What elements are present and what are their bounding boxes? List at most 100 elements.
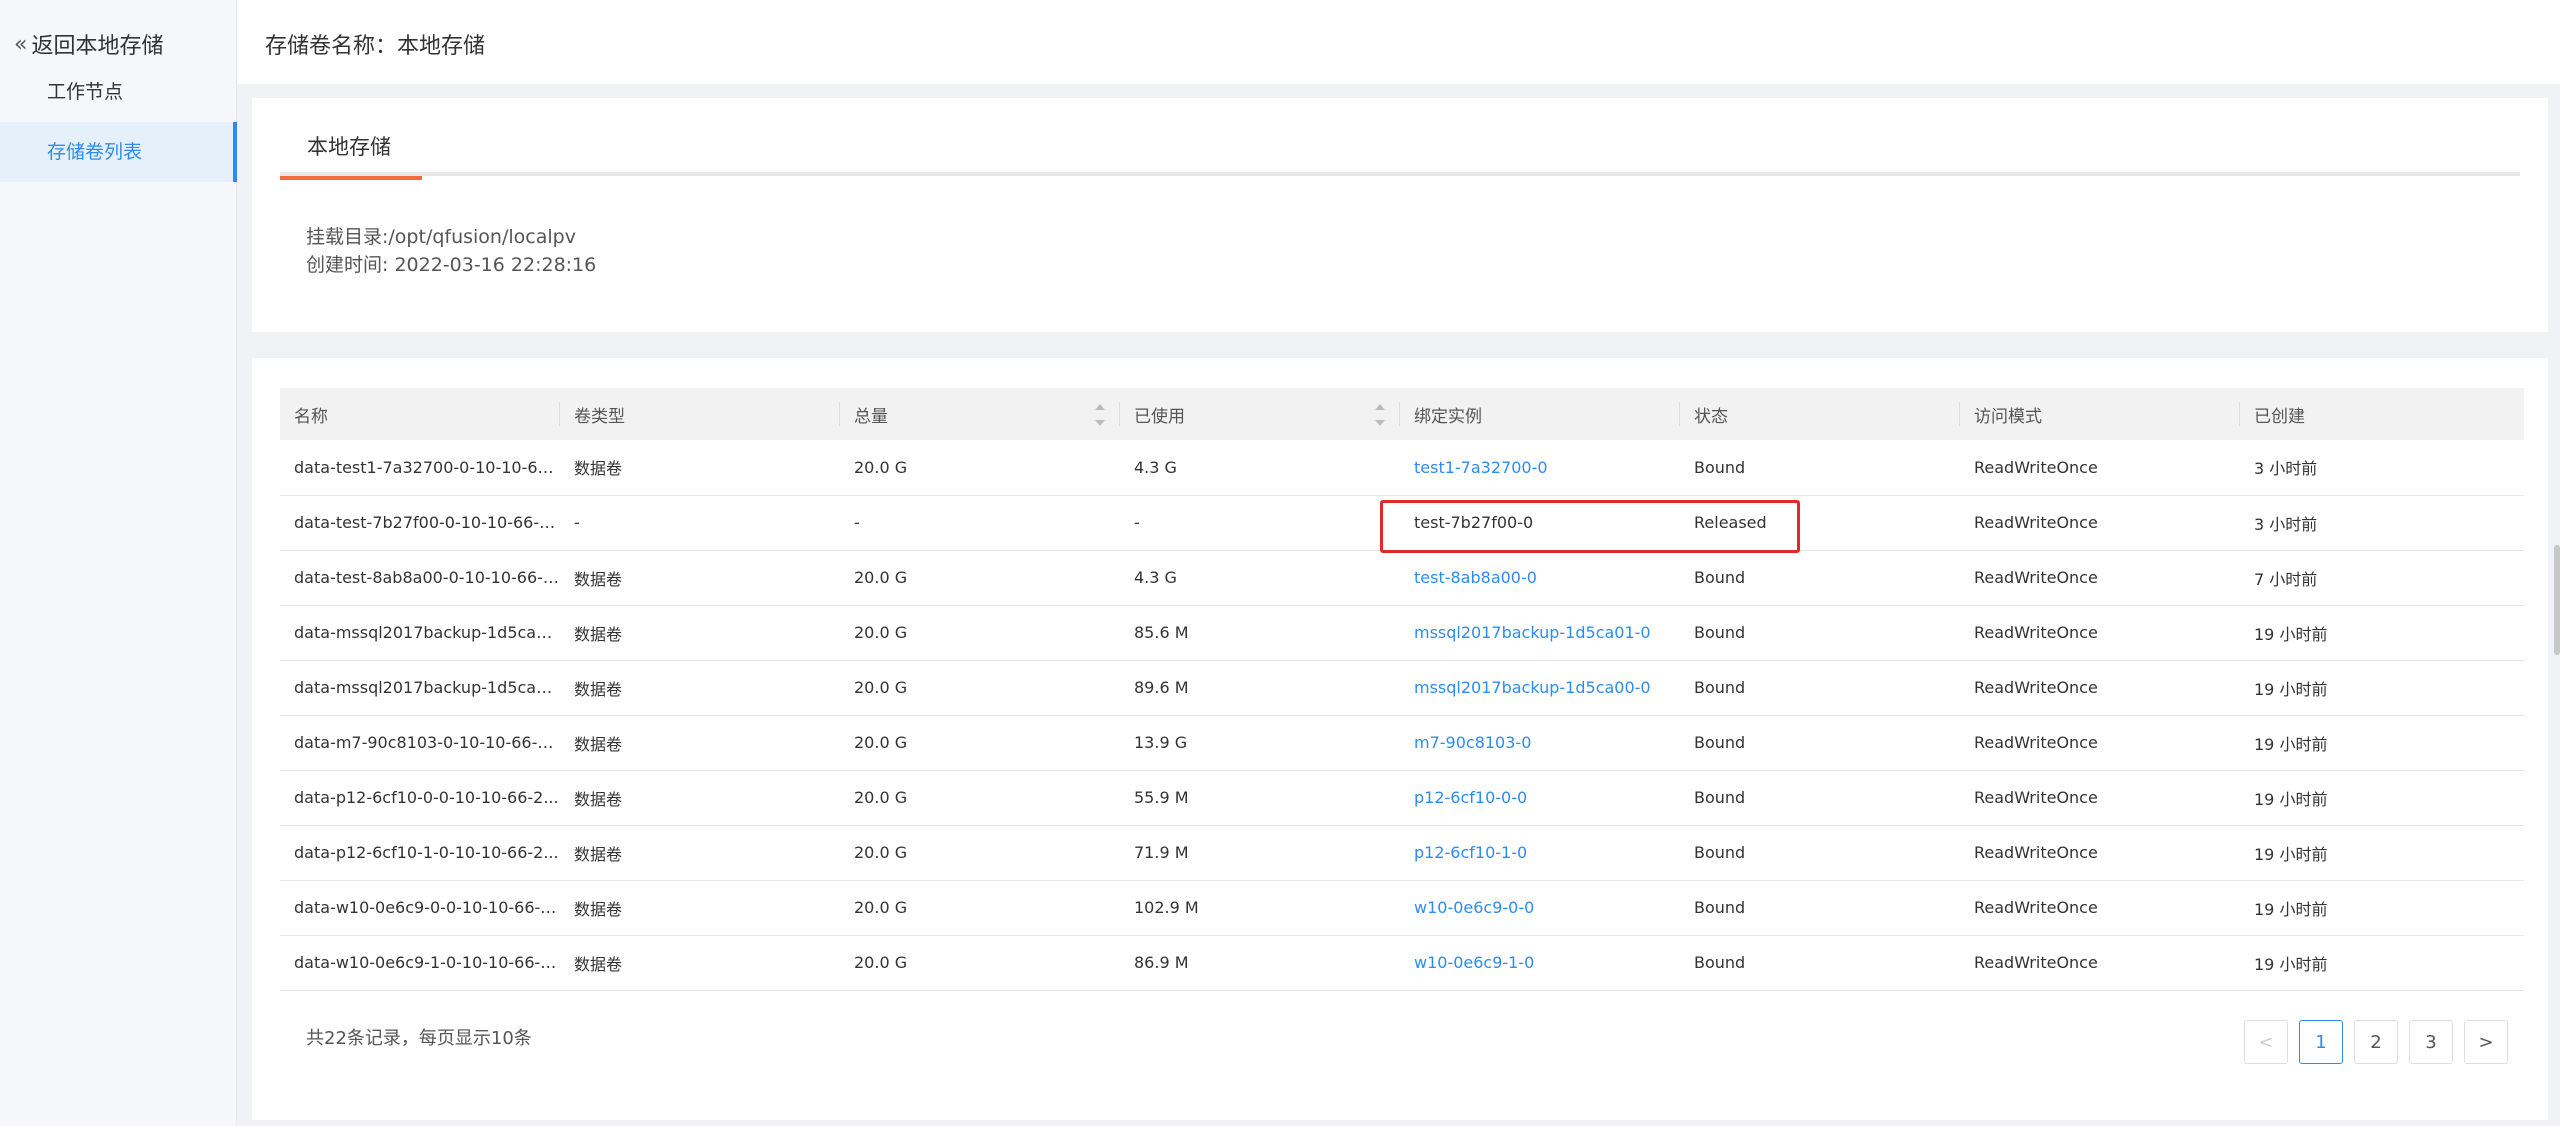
cell-used: 13.9 G: [1134, 733, 1188, 752]
cell-name: data-p12-6cf10-1-0-10-10-66-2...: [294, 843, 559, 862]
cell-access-mode: ReadWriteOnce: [1974, 953, 2098, 972]
cell-total: 20.0 G: [854, 678, 908, 697]
cell-total: 20.0 G: [854, 568, 908, 587]
table-row: data-test1-7a32700-0-10-10-66-... 数据卷 20.0…: [280, 440, 2524, 495]
scrollbar[interactable]: [2554, 545, 2560, 655]
cell-status: Bound: [1694, 457, 1746, 477]
cell-name: data-w10-0e6c9-0-0-10-10-66-2...: [294, 898, 560, 917]
page-title: 存储卷名称：本地存储: [265, 34, 486, 59]
cell-name: data-mssql2017backup-1d5ca0...: [294, 678, 560, 697]
cell-used: 85.6 M: [1134, 623, 1189, 642]
page-button-3[interactable]: 3: [2409, 1020, 2453, 1064]
page-button-2[interactable]: 2: [2354, 1020, 2398, 1064]
cell-access-mode: ReadWriteOnce: [1974, 678, 2098, 697]
cell-volume-type: 数据卷: [574, 954, 623, 974]
sort-icon[interactable]: [1094, 404, 1106, 426]
cell-used: 55.9 M: [1134, 788, 1189, 807]
cell-name: data-test1-7a32700-0-10-10-66-...: [294, 457, 560, 477]
created-time: 创建时间: 2022-03-16 22:28:16: [306, 254, 597, 276]
column-header-used[interactable]: 已使用: [1120, 388, 1400, 440]
volume-table: 名称 卷类型 总量 已使用 绑定实例 状态 访问模式 已创建 data-test…: [280, 388, 2524, 991]
column-header-name: 名称: [280, 388, 560, 440]
page-button-1[interactable]: 1: [2299, 1020, 2343, 1064]
cell-created: 19 小时前: [2254, 899, 2328, 919]
sidebar-item-volume-list[interactable]: 存储卷列表: [0, 122, 237, 182]
cell-access-mode: ReadWriteOnce: [1974, 457, 2098, 477]
cell-used: -: [1134, 513, 1140, 532]
storage-info-card: 本地存储 挂载目录:/opt/qfusion/localpv 创建时间: 202…: [252, 98, 2548, 332]
cell-name: data-test-8ab8a00-0-10-10-66-2...: [294, 568, 560, 587]
cell-status: Bound: [1694, 623, 1746, 642]
cell-bound-instance[interactable]: p12-6cf10-0-0: [1400, 770, 1680, 825]
table-row: data-test-7b27f00-0-10-10-66-2... - - - test…: [280, 495, 2524, 550]
cell-used: 86.9 M: [1134, 953, 1189, 972]
cell-name: data-m7-90c8103-0-10-10-66-2...: [294, 733, 560, 752]
cell-access-mode: ReadWriteOnce: [1974, 568, 2098, 587]
sidebar-item-worker-nodes[interactable]: 工作节点: [0, 62, 237, 122]
table-row: data-w10-0e6c9-0-0-10-10-66-2... 数据卷 20.0 …: [280, 880, 2524, 935]
sort-icon[interactable]: [1374, 404, 1386, 426]
table-row: data-p12-6cf10-1-0-10-10-66-2... 数据卷 20.0 …: [280, 825, 2524, 880]
cell-used: 71.9 M: [1134, 843, 1189, 862]
cell-status: Released: [1694, 513, 1767, 532]
cell-status: Bound: [1694, 733, 1746, 752]
pagination-summary: 共22条记录，每页显示10条: [306, 1028, 532, 1049]
cell-access-mode: ReadWriteOnce: [1974, 788, 2098, 807]
column-header-access-mode: 访问模式: [1960, 388, 2240, 440]
back-to-local-storage-link[interactable]: « 返回本地存储: [14, 28, 163, 60]
column-header-total[interactable]: 总量: [840, 388, 1120, 440]
cell-volume-type: 数据卷: [574, 789, 623, 809]
cell-volume-type: 数据卷: [574, 899, 623, 919]
cell-volume-type: 数据卷: [574, 679, 623, 699]
column-header-status: 状态: [1680, 388, 1960, 440]
pagination: < 1 2 3 >: [2244, 1020, 2508, 1064]
cell-created: 19 小时前: [2254, 844, 2328, 864]
next-page-button[interactable]: >: [2464, 1020, 2508, 1064]
cell-total: 20.0 G: [854, 843, 908, 862]
cell-volume-type: 数据卷: [574, 459, 623, 479]
cell-status: Bound: [1694, 953, 1746, 972]
tab-local-storage[interactable]: 本地存储: [280, 130, 422, 180]
table-row: data-p12-6cf10-0-0-10-10-66-2... 数据卷 20.0 …: [280, 770, 2524, 825]
cell-volume-type: -: [574, 513, 580, 532]
tab-bar: 本地存储: [280, 130, 2520, 180]
cell-total: 20.0 G: [854, 623, 908, 642]
cell-name: data-test-7b27f00-0-10-10-66-2...: [294, 513, 560, 532]
cell-bound-instance: test-7b27f00-0: [1414, 513, 1534, 532]
cell-status: Bound: [1694, 898, 1746, 917]
cell-bound-instance[interactable]: p12-6cf10-1-0: [1400, 825, 1680, 880]
table-row: data-mssql2017backup-1d5ca0... 数据卷 20.0 G 8…: [280, 660, 2524, 715]
cell-bound-instance[interactable]: w10-0e6c9-1-0: [1400, 935, 1680, 990]
sidebar-item-label: 存储卷列表: [47, 141, 143, 163]
prev-page-button[interactable]: <: [2244, 1020, 2288, 1064]
cell-used: 4.3 G: [1134, 568, 1177, 587]
cell-access-mode: ReadWriteOnce: [1974, 513, 2098, 532]
cell-status: Bound: [1694, 788, 1746, 807]
cell-created: 3 小时前: [2254, 514, 2318, 534]
cell-bound-instance[interactable]: w10-0e6c9-0-0: [1400, 880, 1680, 935]
cell-created: 19 小时前: [2254, 624, 2328, 644]
column-header-volume-type: 卷类型: [560, 388, 840, 440]
cell-bound-instance[interactable]: mssql2017backup-1d5ca01-0: [1400, 605, 1680, 660]
cell-bound-instance[interactable]: test1-7a32700-0: [1400, 440, 1680, 495]
page-header: 存储卷名称：本地存储: [237, 0, 2560, 84]
cell-name: data-mssql2017backup-1d5ca0...: [294, 623, 560, 642]
cell-volume-type: 数据卷: [574, 734, 623, 754]
cell-bound-instance[interactable]: mssql2017backup-1d5ca00-0: [1400, 660, 1680, 715]
cell-bound-instance[interactable]: m7-90c8103-0: [1400, 715, 1680, 770]
table-row: data-w10-0e6c9-1-0-10-10-66-2... 数据卷 20.0 …: [280, 935, 2524, 990]
sidebar-item-label: 工作节点: [47, 81, 124, 103]
cell-status: Bound: [1694, 678, 1746, 697]
cell-name: data-p12-6cf10-0-0-10-10-66-2...: [294, 788, 559, 807]
table-row: data-mssql2017backup-1d5ca0... 数据卷 20.0 G 8…: [280, 605, 2524, 660]
cell-status: Bound: [1694, 843, 1746, 862]
column-header-created: 已创建: [2254, 406, 2305, 427]
cell-total: 20.0 G: [854, 457, 908, 477]
cell-created: 7 小时前: [2254, 569, 2318, 589]
double-chevron-left-icon: «: [14, 31, 28, 57]
sidebar: « 返回本地存储 工作节点 存储卷列表: [0, 0, 237, 1126]
cell-bound-instance[interactable]: test-8ab8a00-0: [1400, 550, 1680, 605]
table-header-row: 名称 卷类型 总量 已使用 绑定实例 状态 访问模式 已创建: [280, 388, 2524, 440]
cell-name: data-w10-0e6c9-1-0-10-10-66-2...: [294, 953, 560, 972]
cell-used: 102.9 M: [1134, 898, 1199, 917]
